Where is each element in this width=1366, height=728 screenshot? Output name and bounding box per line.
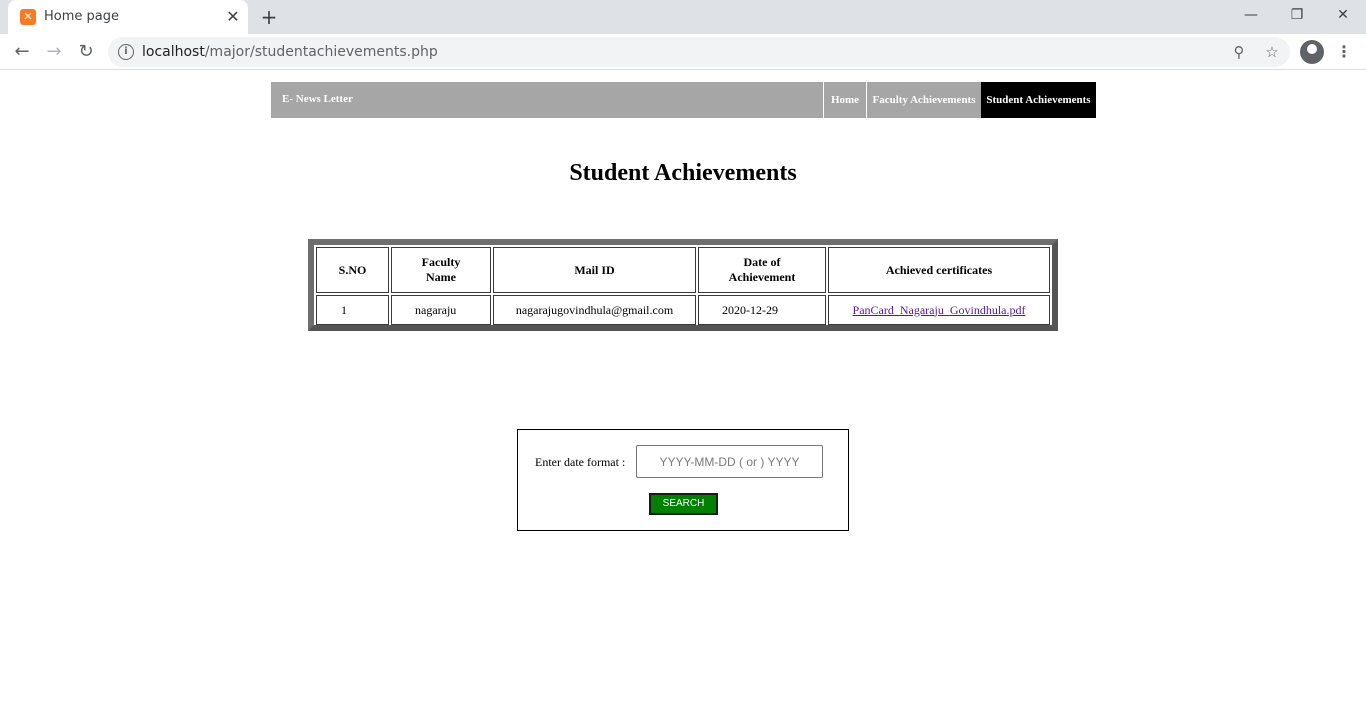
page-title: Student Achievements [569, 160, 797, 186]
column-header-date: Date of Achievement [698, 247, 826, 293]
more-menu-icon[interactable]: ⋮ [1334, 40, 1354, 64]
browser-tab-strip: ✕ Home page ✕ + — ❐ ✕ [0, 0, 1366, 34]
date-search-input[interactable] [636, 445, 823, 478]
window-close-icon[interactable]: ✕ [1328, 4, 1358, 26]
restore-icon[interactable]: ❐ [1282, 4, 1312, 26]
browser-toolbar: ← → ↻ i localhost/major/studentachieveme… [0, 34, 1366, 70]
table-header-row: S.NO Faculty Name Mail ID Date of Achiev… [316, 247, 1050, 293]
site-navbar: E- News Letter Home Faculty Achievements… [271, 82, 1096, 118]
profile-avatar-icon[interactable] [1300, 40, 1324, 64]
achievements-table: S.NO Faculty Name Mail ID Date of Achiev… [308, 239, 1058, 331]
new-tab-icon[interactable]: + [258, 6, 280, 28]
cell-faculty-name: nagaraju [391, 295, 491, 325]
forward-icon[interactable]: → [42, 40, 66, 64]
back-icon[interactable]: ← [10, 40, 34, 64]
nav-student-achievements[interactable]: Student Achievements [981, 82, 1096, 118]
nav-home[interactable]: Home [823, 82, 866, 118]
address-bar[interactable]: i localhost/major/studentachievements.ph… [108, 37, 1290, 67]
column-header-faculty-name: Faculty Name [391, 247, 491, 293]
certificate-link[interactable]: PanCard_Nagaraju_Govindhula.pdf [853, 303, 1026, 317]
info-icon[interactable]: i [118, 44, 134, 60]
tab-title: Home page [44, 9, 119, 24]
cell-mail-id: nagarajugovindhula@gmail.com [493, 295, 696, 325]
cell-date: 2020-12-29 [698, 295, 826, 325]
column-header-mail-id: Mail ID [493, 247, 696, 293]
close-icon[interactable]: ✕ [224, 8, 242, 26]
column-header-sno: S.NO [316, 247, 389, 293]
browser-tab[interactable]: ✕ Home page ✕ [8, 0, 248, 34]
search-label: Enter date format : [535, 455, 626, 469]
table-row: 1 nagaraju nagarajugovindhula@gmail.com … [316, 295, 1050, 325]
url-text: localhost/major/studentachievements.php [142, 44, 438, 60]
date-search-form: Enter date format : SEARCH [517, 429, 849, 531]
minimize-icon[interactable]: — [1236, 4, 1266, 26]
nav-faculty-achievements[interactable]: Faculty Achievements [866, 82, 981, 118]
column-header-certificates: Achieved certificates [828, 247, 1050, 293]
search-button[interactable]: SEARCH [649, 493, 718, 515]
site-brand[interactable]: E- News Letter [282, 92, 353, 106]
bookmark-star-icon[interactable]: ☆ [1262, 42, 1282, 62]
reload-icon[interactable]: ↻ [74, 40, 98, 64]
cell-sno: 1 [316, 295, 389, 325]
cell-certificate: PanCard_Nagaraju_Govindhula.pdf [828, 295, 1050, 325]
xampp-icon: ✕ [20, 9, 36, 25]
zoom-icon[interactable]: ⚲ [1229, 42, 1249, 62]
